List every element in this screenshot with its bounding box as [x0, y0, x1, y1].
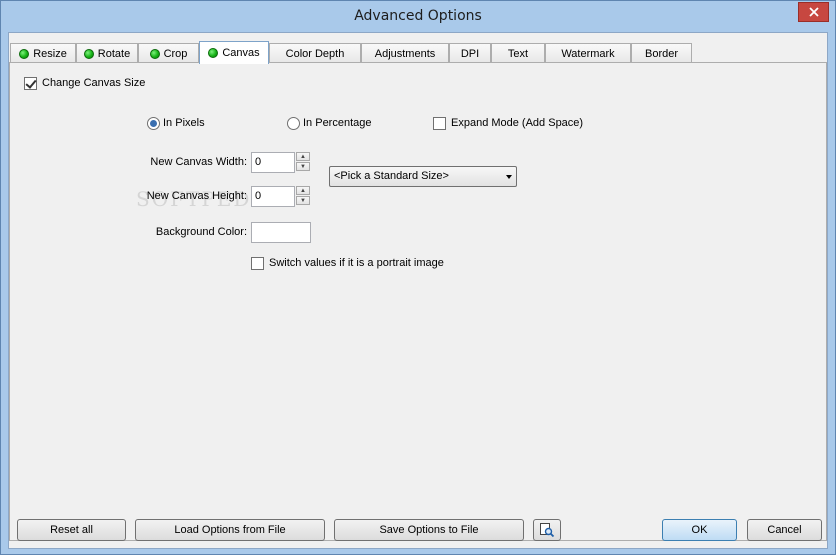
- arrow-up-icon: ▲: [300, 153, 306, 160]
- tab-resize[interactable]: Resize: [10, 43, 76, 64]
- preview-magnifier-icon: [540, 523, 555, 538]
- standard-size-value: <Pick a Standard Size>: [334, 170, 449, 182]
- tab-adjustments[interactable]: Adjustments: [361, 43, 449, 64]
- tab-strip: Resize Rotate Crop Canvas Color Depth Ad…: [9, 41, 827, 64]
- load-options-button[interactable]: Load Options from File: [135, 519, 325, 541]
- switch-portrait-label: Switch values if it is a portrait image: [269, 257, 444, 269]
- tab-crop[interactable]: Crop: [138, 43, 199, 64]
- switch-portrait-checkbox[interactable]: [251, 257, 264, 270]
- close-icon: [808, 7, 819, 17]
- arrow-down-icon: ▼: [300, 163, 306, 170]
- tab-border[interactable]: Border: [631, 43, 692, 64]
- status-dot-icon: [149, 49, 160, 59]
- cancel-button[interactable]: Cancel: [747, 519, 822, 541]
- tab-color-depth[interactable]: Color Depth: [269, 43, 361, 64]
- tab-label: Rotate: [97, 48, 131, 60]
- height-label: New Canvas Height:: [146, 190, 247, 202]
- ok-button[interactable]: OK: [662, 519, 737, 541]
- tab-text[interactable]: Text: [491, 43, 545, 64]
- change-canvas-size-checkbox[interactable]: [24, 77, 37, 90]
- reset-all-button[interactable]: Reset all: [17, 519, 126, 541]
- preview-button[interactable]: [533, 519, 561, 541]
- tab-label: Text: [507, 48, 529, 60]
- advanced-options-window: Advanced Options Resize Rotate Crop Canv…: [0, 0, 836, 555]
- tab-label: Color Depth: [285, 48, 345, 60]
- canvas-width-input[interactable]: 0: [251, 152, 295, 173]
- tab-label: Adjustments: [374, 48, 436, 60]
- change-canvas-size-label: Change Canvas Size: [42, 77, 146, 89]
- tab-label: Crop: [163, 48, 188, 60]
- save-options-button[interactable]: Save Options to File: [334, 519, 524, 541]
- width-spin-down[interactable]: ▼: [296, 162, 310, 171]
- dialog-client-area: Resize Rotate Crop Canvas Color Depth Ad…: [8, 32, 828, 549]
- in-percentage-label: In Percentage: [303, 117, 372, 129]
- chevron-down-icon: [506, 175, 512, 179]
- status-dot-icon: [83, 49, 94, 59]
- in-pixels-label: In Pixels: [163, 117, 205, 129]
- close-button[interactable]: [798, 2, 829, 22]
- background-color-label: Background Color:: [155, 226, 247, 238]
- tab-watermark[interactable]: Watermark: [545, 43, 631, 64]
- status-dot-icon: [19, 49, 30, 59]
- standard-size-dropdown[interactable]: <Pick a Standard Size>: [329, 166, 517, 187]
- in-pixels-radio[interactable]: [147, 117, 160, 130]
- title-bar[interactable]: Advanced Options: [1, 1, 835, 32]
- tab-dpi[interactable]: DPI: [449, 43, 491, 64]
- tab-canvas[interactable]: Canvas: [199, 41, 269, 64]
- tab-label: Resize: [33, 48, 67, 60]
- height-spin-down[interactable]: ▼: [296, 196, 310, 205]
- width-label: New Canvas Width:: [150, 156, 247, 168]
- width-spin-up[interactable]: ▲: [296, 152, 310, 161]
- expand-mode-checkbox[interactable]: [433, 117, 446, 130]
- tab-rotate[interactable]: Rotate: [76, 43, 138, 64]
- arrow-up-icon: ▲: [300, 187, 306, 194]
- expand-mode-label: Expand Mode (Add Space): [451, 117, 584, 129]
- tab-label: Canvas: [222, 47, 260, 59]
- canvas-height-input[interactable]: 0: [251, 186, 295, 207]
- background-color-field[interactable]: [251, 222, 311, 243]
- tab-label: Border: [644, 48, 679, 60]
- arrow-down-icon: ▼: [300, 197, 306, 204]
- status-dot-icon: [208, 48, 219, 58]
- in-percentage-radio[interactable]: [287, 117, 300, 130]
- window-title: Advanced Options: [354, 8, 482, 24]
- height-spin-up[interactable]: ▲: [296, 186, 310, 195]
- tab-label: DPI: [460, 48, 480, 60]
- canvas-tab-panel: SOFTPEDIA Change Canvas Size In Pixels I…: [9, 62, 827, 541]
- tab-label: Watermark: [561, 48, 615, 60]
